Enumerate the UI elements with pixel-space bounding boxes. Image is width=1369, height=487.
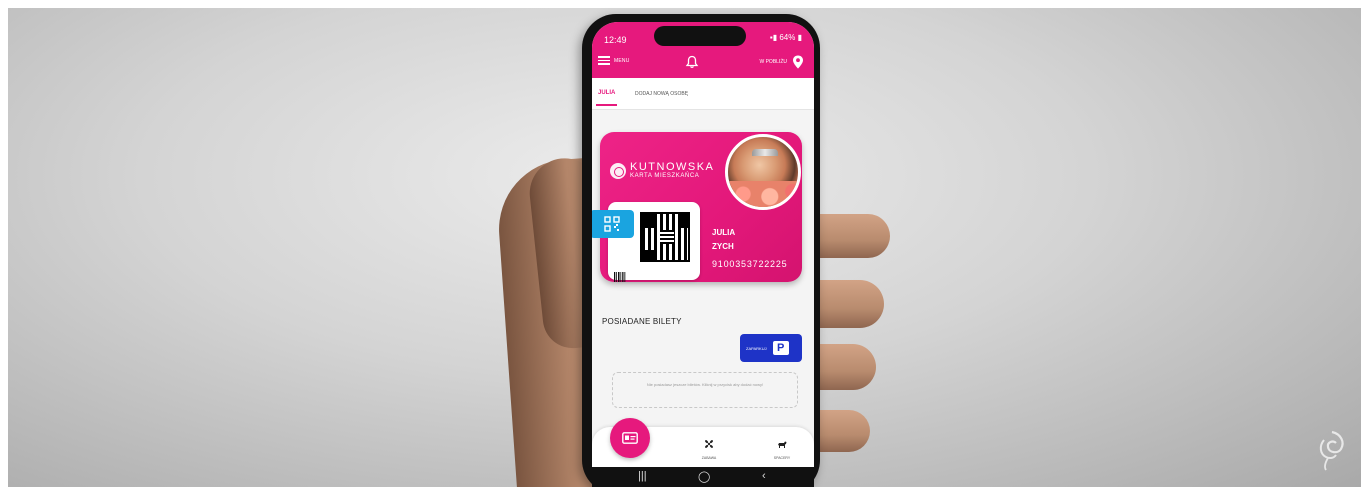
hamburger-icon bbox=[598, 56, 610, 65]
bell-icon[interactable] bbox=[685, 55, 699, 69]
parking-p-icon: P bbox=[772, 341, 789, 355]
battery-icon: ▮ bbox=[797, 33, 802, 42]
dog-walk-icon bbox=[778, 441, 787, 448]
app-header: 12:49 ▪▮ 64% ▮ MENU W POBLIŻU bbox=[592, 22, 814, 78]
home-icon[interactable]: ◯ bbox=[698, 470, 710, 483]
card-number: 9100353722225 bbox=[712, 259, 788, 269]
card-first-name: JULIA bbox=[712, 228, 736, 237]
fan-icon bbox=[705, 440, 713, 448]
avatar-flowers bbox=[728, 181, 798, 207]
location-pin-icon bbox=[793, 55, 803, 69]
parking-button[interactable]: ZAPARKUJ P bbox=[740, 334, 802, 362]
rose-watermark-icon bbox=[1319, 430, 1344, 471]
battery-level: 64% bbox=[779, 33, 796, 42]
parking-label: ZAPARKUJ bbox=[746, 345, 767, 351]
id-card-icon bbox=[622, 432, 638, 444]
phone-screen: 12:49 ▪▮ 64% ▮ MENU W POBLIŻU JULIA DODA… bbox=[592, 22, 814, 487]
empty-tickets-placeholder: Nie posiadasz jeszcze biletów. Kliknij w… bbox=[612, 372, 798, 408]
empty-tickets-text: Nie posiadasz jeszcze biletów. Kliknij w… bbox=[646, 382, 764, 387]
nav-walks-label: SPACERY bbox=[773, 456, 791, 460]
nav-events-label: ZABAWA bbox=[701, 456, 717, 460]
nearby-label: W POBLIŻU bbox=[759, 59, 787, 65]
tab-julia[interactable]: JULIA bbox=[595, 90, 618, 106]
nearby-button[interactable]: W POBLIŻU bbox=[759, 55, 804, 69]
nav-walks[interactable]: SPACERY bbox=[767, 436, 797, 460]
avatar-crown bbox=[752, 149, 778, 156]
hand-finger bbox=[814, 280, 884, 328]
hand-finger bbox=[814, 344, 876, 390]
hand-finger bbox=[808, 214, 890, 258]
nav-events[interactable]: ZABAWA bbox=[694, 436, 724, 460]
card-brand-name: KUTNOWSKA bbox=[630, 161, 715, 173]
android-nav-bar: ||| ◯ ‹ bbox=[592, 467, 814, 487]
signal-icon: ▪▮ bbox=[769, 33, 778, 42]
avatar bbox=[725, 134, 801, 210]
card-brand-sub: KARTA MIESZKAŃCA bbox=[630, 173, 700, 179]
menu-button[interactable]: MENU bbox=[598, 56, 630, 65]
person-tabs: JULIA DODAJ NOWĄ OSOBĘ bbox=[592, 78, 814, 110]
hand-finger bbox=[814, 410, 870, 452]
qr-icon bbox=[604, 216, 620, 232]
tickets-heading: POSIADANE BILETY bbox=[602, 317, 682, 326]
qr-toggle-button[interactable] bbox=[592, 210, 634, 238]
barcode-icon[interactable] bbox=[614, 272, 626, 282]
recent-apps-icon[interactable]: ||| bbox=[638, 470, 647, 482]
qr-code bbox=[640, 212, 690, 262]
menu-label: MENU bbox=[614, 57, 630, 64]
back-icon[interactable]: ‹ bbox=[762, 470, 766, 482]
tab-add-person[interactable]: DODAJ NOWĄ OSOBĘ bbox=[635, 91, 688, 97]
card-fab-button[interactable] bbox=[610, 418, 650, 458]
status-time: 12:49 bbox=[604, 35, 627, 45]
rose-logo-icon bbox=[610, 163, 626, 179]
status-battery: ▪▮ 64% ▮ bbox=[770, 33, 802, 42]
card-last-name: ZYCH bbox=[712, 242, 734, 251]
camera-notch bbox=[654, 26, 746, 46]
card-logo: KUTNOWSKA KARTA MIESZKAŃCA bbox=[610, 162, 714, 180]
